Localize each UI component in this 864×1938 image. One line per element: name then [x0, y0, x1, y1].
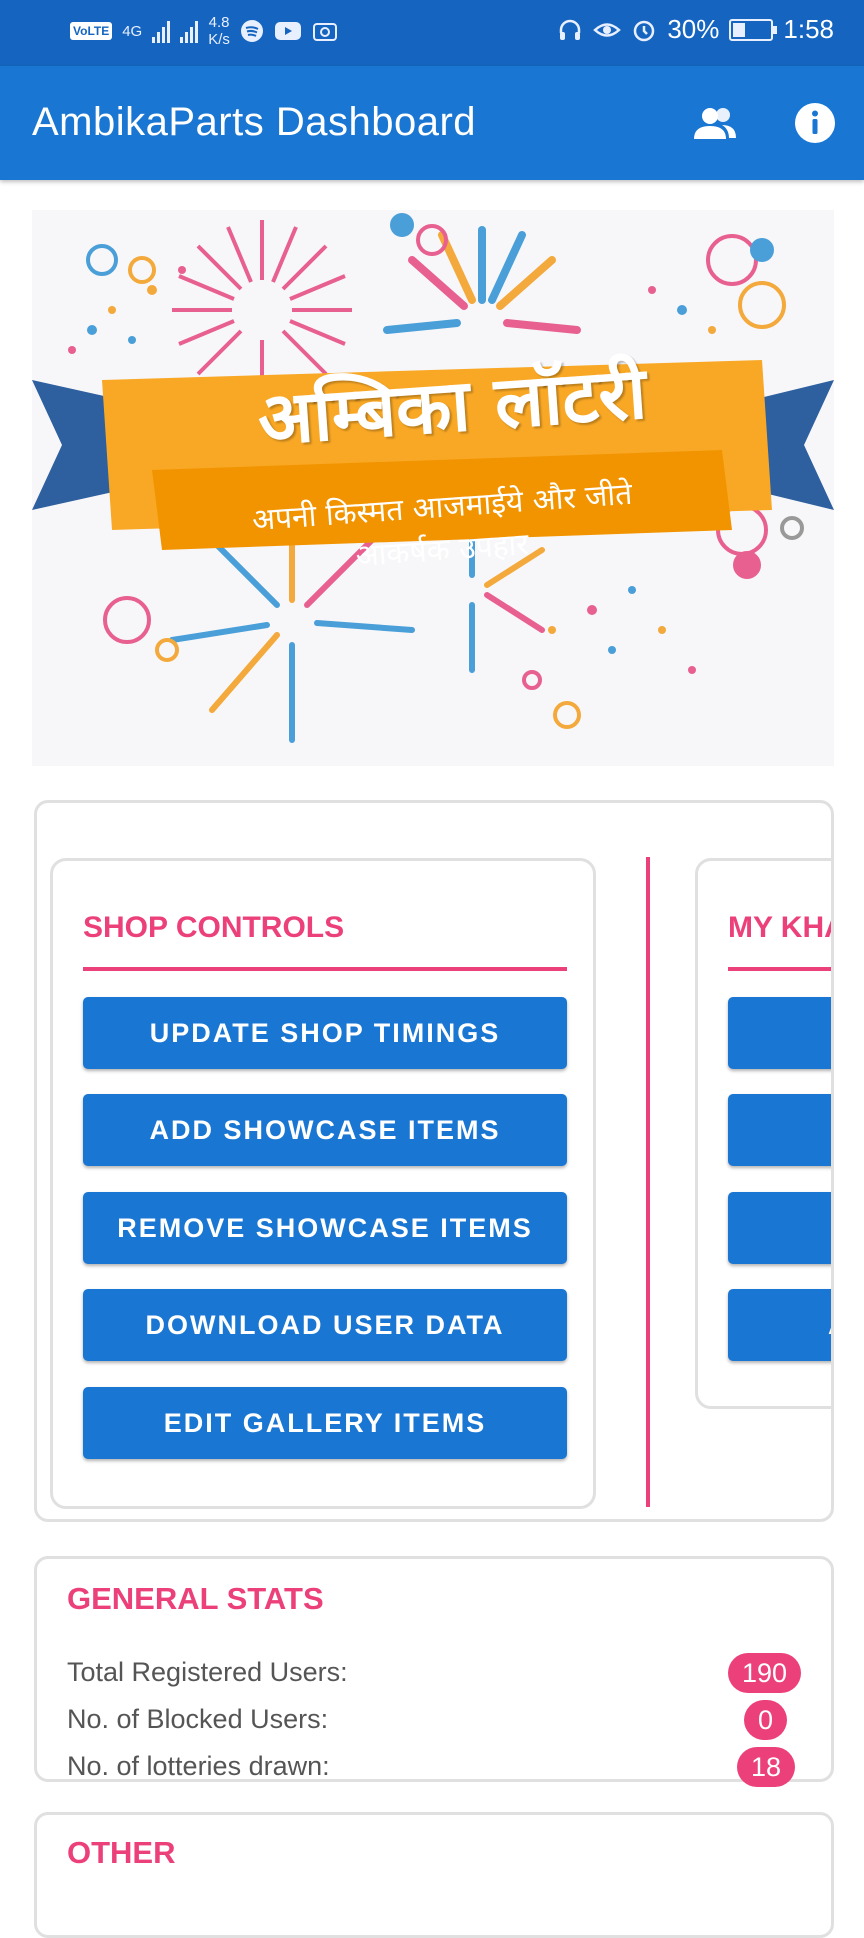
- controls-card[interactable]: SHOP CONTROLS UPDATE SHOP TIMINGS ADD SH…: [34, 800, 834, 1522]
- clock: 1:58: [783, 14, 834, 44]
- youtube-icon: [274, 22, 301, 40]
- my-panel-title: MY KHA: [728, 911, 831, 944]
- shop-controls-panel: SHOP CONTROLS UPDATE SHOP TIMINGS ADD SH…: [50, 858, 596, 1509]
- photo-icon: [312, 23, 337, 41]
- my-panel-underline: [728, 967, 831, 971]
- users-button[interactable]: [690, 98, 740, 148]
- network-speed: 4.8 K/s: [208, 14, 230, 48]
- download-user-data-button[interactable]: DOWNLOAD USER DATA: [83, 1289, 567, 1361]
- volte-badge: VoLTE: [70, 22, 113, 40]
- spotify-icon: [240, 20, 263, 42]
- other-card: OTHER: [34, 1812, 834, 1938]
- status-right: 30% 1:58: [557, 14, 834, 45]
- battery-icon: [729, 18, 778, 41]
- eye-icon: [593, 22, 622, 37]
- stat-label: No. of Blocked Users:: [67, 1704, 329, 1734]
- stat-badge: 18: [736, 1747, 795, 1787]
- panel-divider: [646, 857, 650, 1507]
- info-icon: [795, 103, 835, 143]
- shop-controls-title: SHOP CONTROLS: [83, 911, 345, 944]
- stat-label: No. of lotteries drawn:: [67, 1751, 330, 1781]
- network-type: 4G: [122, 22, 143, 40]
- app-title: AmbikaParts Dashboard: [32, 100, 477, 144]
- shop-controls-underline: [83, 967, 567, 971]
- my-panel-button-3[interactable]: [728, 1192, 831, 1264]
- general-stats-card: GENERAL STATS Total Registered Users: 19…: [34, 1556, 834, 1787]
- signal-icon: [152, 19, 171, 43]
- stat-badge: 190: [727, 1653, 801, 1693]
- speed-value: 4.8: [208, 14, 230, 31]
- lottery-banner: अम्बिका लॉटरी अपनी किस्मत आजमाईये और जीत…: [32, 210, 834, 766]
- speed-unit: K/s: [208, 31, 230, 48]
- info-button[interactable]: [790, 98, 840, 148]
- remove-showcase-items-button[interactable]: REMOVE SHOWCASE ITEMS: [83, 1192, 567, 1264]
- signal-icon-2: [180, 19, 199, 43]
- stat-badge: 0: [743, 1700, 787, 1740]
- app-bar: AmbikaParts Dashboard: [0, 66, 864, 180]
- stat-row-lotteries-drawn: No. of lotteries drawn: 18: [67, 1745, 801, 1789]
- add-showcase-items-button[interactable]: ADD SHOWCASE ITEMS: [83, 1094, 567, 1166]
- update-shop-timings-button[interactable]: UPDATE SHOP TIMINGS: [83, 997, 567, 1069]
- headset-icon: [560, 19, 581, 40]
- stat-label: Total Registered Users:: [67, 1657, 348, 1687]
- my-panel-button-4[interactable]: A: [728, 1289, 831, 1361]
- status-bar: VoLTE 4G 4.8 K/s 30% 1:58: [0, 0, 864, 66]
- status-left: VoLTE 4G 4.8 K/s: [70, 14, 338, 48]
- edit-gallery-items-button[interactable]: EDIT GALLERY ITEMS: [83, 1387, 567, 1459]
- general-stats-title: GENERAL STATS: [67, 1581, 324, 1616]
- alarm-icon: [634, 20, 655, 41]
- firework-burst-blue: [383, 226, 581, 334]
- stat-row-registered-users: Total Registered Users: 190: [67, 1651, 801, 1695]
- my-panel: MY KHA A: [695, 858, 831, 1409]
- my-panel-button-2[interactable]: [728, 1094, 831, 1166]
- users-icon: [694, 108, 736, 139]
- stat-row-blocked-users: No. of Blocked Users: 0: [67, 1698, 801, 1742]
- other-title: OTHER: [67, 1835, 176, 1870]
- my-panel-button-1[interactable]: [728, 997, 831, 1069]
- battery-percent: 30%: [667, 14, 720, 44]
